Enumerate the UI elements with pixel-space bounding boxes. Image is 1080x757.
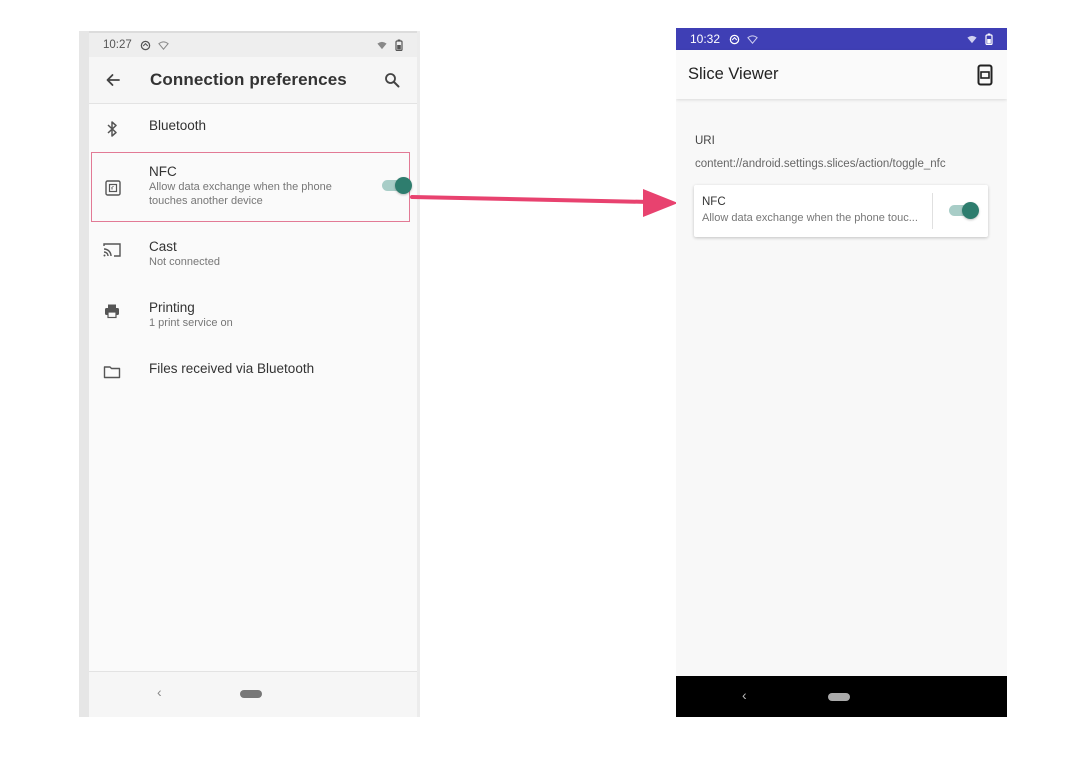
bluetooth-icon [101, 118, 123, 140]
app-bar: Slice Viewer [676, 50, 1007, 99]
pref-item-subtitle: 1 print service on [149, 317, 233, 329]
navigation-bar: ‹ [676, 676, 1007, 717]
phone-device-icon[interactable] [975, 63, 995, 87]
wifi-icon [376, 39, 388, 51]
navigation-bar: ‹ [89, 671, 417, 717]
settings-phone-screen: 10:27 Connection preferences Bluetooth N… [79, 31, 420, 717]
nfc-toggle-switch[interactable] [382, 177, 412, 194]
uri-value: content://android.settings.slices/action… [695, 158, 946, 170]
search-icon[interactable] [381, 69, 403, 91]
nfc-slice-card[interactable]: NFC Allow data exchange when the phone t… [694, 185, 988, 237]
slice-toggle-switch[interactable] [949, 202, 979, 219]
pref-item-title: Files received via Bluetooth [149, 361, 315, 376]
slice-title: NFC [702, 196, 726, 208]
nav-home-pill[interactable] [828, 693, 850, 701]
slice-subtitle: Allow data exchange when the phone touc.… [702, 212, 918, 224]
wifi-notification-icon [158, 39, 170, 51]
data-saver-icon [140, 39, 152, 51]
printer-icon [101, 300, 123, 322]
back-arrow-icon[interactable] [101, 68, 125, 92]
status-time: 10:32 [690, 32, 721, 46]
data-saver-icon [728, 33, 740, 45]
pref-item-subtitle: touches another device [149, 195, 263, 207]
nav-home-pill[interactable] [240, 690, 262, 698]
slice-divider [932, 193, 933, 229]
folder-icon [101, 361, 123, 383]
status-bar: 10:32 [676, 28, 1007, 50]
pref-item-title: Bluetooth [149, 118, 207, 133]
page-title: Connection preferences [150, 70, 347, 89]
page-title: Slice Viewer [688, 65, 779, 83]
pref-item-subtitle: Allow data exchange when the phone [149, 181, 332, 193]
nfc-icon [102, 177, 124, 199]
app-bar: Connection preferences [89, 57, 417, 104]
pref-item-bluetooth[interactable]: Bluetooth [89, 104, 417, 150]
wifi-notification-icon [746, 33, 758, 45]
pref-item-title: NFC [149, 164, 177, 179]
pref-item-title: Cast [149, 239, 177, 254]
pref-item-printing[interactable]: Printing 1 print service on [89, 287, 417, 348]
status-time: 10:27 [103, 39, 132, 51]
pref-item-title: Printing [149, 300, 195, 315]
nav-back-icon[interactable]: ‹ [742, 687, 747, 703]
arrow-icon [410, 189, 678, 217]
uri-label: URI [695, 135, 715, 147]
battery-icon [393, 39, 405, 51]
pref-item-nfc[interactable]: NFC Allow data exchange when the phone t… [91, 152, 412, 222]
pref-item-files-received[interactable]: Files received via Bluetooth [89, 348, 417, 394]
pref-item-cast[interactable]: Cast Not connected [89, 226, 417, 287]
wifi-icon [966, 33, 978, 45]
nav-back-icon[interactable]: ‹ [157, 684, 162, 700]
battery-icon [983, 33, 995, 45]
toggle-thumb [962, 202, 979, 219]
pref-item-subtitle: Not connected [149, 256, 220, 268]
cast-icon [101, 239, 123, 261]
slice-viewer-phone-screen: 10:32 Slice Viewer URI content://android… [676, 28, 1007, 717]
status-bar: 10:27 [89, 31, 417, 57]
